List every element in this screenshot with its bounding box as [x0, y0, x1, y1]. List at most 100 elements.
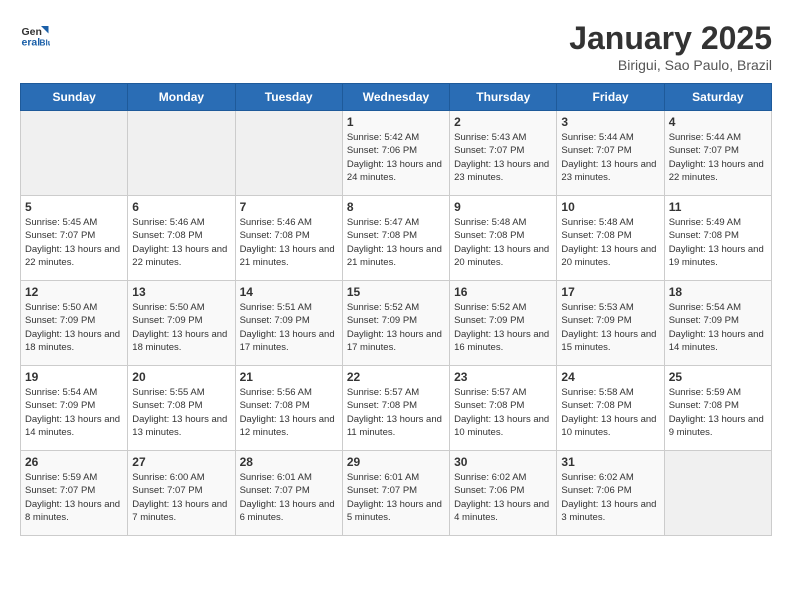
table-row: 27 Sunrise: 6:00 AM Sunset: 7:07 PM Dayl…	[128, 451, 235, 536]
day-info: Sunrise: 5:53 AM Sunset: 7:09 PM Dayligh…	[561, 301, 659, 354]
table-row: 20 Sunrise: 5:55 AM Sunset: 7:08 PM Dayl…	[128, 366, 235, 451]
table-row	[128, 111, 235, 196]
day-info: Sunrise: 5:49 AM Sunset: 7:08 PM Dayligh…	[669, 216, 767, 269]
day-number: 31	[561, 455, 659, 469]
day-info: Sunrise: 6:02 AM Sunset: 7:06 PM Dayligh…	[454, 471, 552, 524]
day-number: 2	[454, 115, 552, 129]
table-row: 14 Sunrise: 5:51 AM Sunset: 7:09 PM Dayl…	[235, 281, 342, 366]
day-info: Sunrise: 5:44 AM Sunset: 7:07 PM Dayligh…	[561, 131, 659, 184]
table-row: 2 Sunrise: 5:43 AM Sunset: 7:07 PM Dayli…	[450, 111, 557, 196]
calendar-week-row: 5 Sunrise: 5:45 AM Sunset: 7:07 PM Dayli…	[21, 196, 772, 281]
table-row: 28 Sunrise: 6:01 AM Sunset: 7:07 PM Dayl…	[235, 451, 342, 536]
day-info: Sunrise: 5:56 AM Sunset: 7:08 PM Dayligh…	[240, 386, 338, 439]
table-row: 3 Sunrise: 5:44 AM Sunset: 7:07 PM Dayli…	[557, 111, 664, 196]
day-info: Sunrise: 5:51 AM Sunset: 7:09 PM Dayligh…	[240, 301, 338, 354]
table-row: 13 Sunrise: 5:50 AM Sunset: 7:09 PM Dayl…	[128, 281, 235, 366]
day-number: 6	[132, 200, 230, 214]
header-thursday: Thursday	[450, 84, 557, 111]
calendar-week-row: 12 Sunrise: 5:50 AM Sunset: 7:09 PM Dayl…	[21, 281, 772, 366]
day-info: Sunrise: 5:57 AM Sunset: 7:08 PM Dayligh…	[347, 386, 445, 439]
header-tuesday: Tuesday	[235, 84, 342, 111]
day-number: 4	[669, 115, 767, 129]
table-row: 8 Sunrise: 5:47 AM Sunset: 7:08 PM Dayli…	[342, 196, 449, 281]
calendar-subtitle: Birigui, Sao Paulo, Brazil	[569, 57, 772, 73]
day-info: Sunrise: 5:48 AM Sunset: 7:08 PM Dayligh…	[454, 216, 552, 269]
table-row	[235, 111, 342, 196]
day-info: Sunrise: 5:55 AM Sunset: 7:08 PM Dayligh…	[132, 386, 230, 439]
day-number: 18	[669, 285, 767, 299]
day-number: 26	[25, 455, 123, 469]
logo-icon: Gen eral Blue	[20, 20, 50, 50]
day-info: Sunrise: 5:52 AM Sunset: 7:09 PM Dayligh…	[454, 301, 552, 354]
table-row: 31 Sunrise: 6:02 AM Sunset: 7:06 PM Dayl…	[557, 451, 664, 536]
svg-text:Blue: Blue	[40, 39, 51, 48]
day-number: 13	[132, 285, 230, 299]
calendar-title: January 2025	[569, 20, 772, 57]
day-number: 5	[25, 200, 123, 214]
day-number: 23	[454, 370, 552, 384]
day-info: Sunrise: 5:50 AM Sunset: 7:09 PM Dayligh…	[25, 301, 123, 354]
weekday-header-row: Sunday Monday Tuesday Wednesday Thursday…	[21, 84, 772, 111]
table-row: 1 Sunrise: 5:42 AM Sunset: 7:06 PM Dayli…	[342, 111, 449, 196]
day-number: 7	[240, 200, 338, 214]
table-row: 29 Sunrise: 6:01 AM Sunset: 7:07 PM Dayl…	[342, 451, 449, 536]
day-number: 30	[454, 455, 552, 469]
title-area: January 2025 Birigui, Sao Paulo, Brazil	[569, 20, 772, 73]
day-info: Sunrise: 6:02 AM Sunset: 7:06 PM Dayligh…	[561, 471, 659, 524]
day-number: 14	[240, 285, 338, 299]
day-number: 3	[561, 115, 659, 129]
day-number: 21	[240, 370, 338, 384]
day-info: Sunrise: 5:43 AM Sunset: 7:07 PM Dayligh…	[454, 131, 552, 184]
day-number: 24	[561, 370, 659, 384]
table-row: 10 Sunrise: 5:48 AM Sunset: 7:08 PM Dayl…	[557, 196, 664, 281]
day-number: 20	[132, 370, 230, 384]
day-number: 10	[561, 200, 659, 214]
day-info: Sunrise: 6:01 AM Sunset: 7:07 PM Dayligh…	[347, 471, 445, 524]
table-row: 17 Sunrise: 5:53 AM Sunset: 7:09 PM Dayl…	[557, 281, 664, 366]
table-row: 21 Sunrise: 5:56 AM Sunset: 7:08 PM Dayl…	[235, 366, 342, 451]
table-row: 6 Sunrise: 5:46 AM Sunset: 7:08 PM Dayli…	[128, 196, 235, 281]
day-number: 12	[25, 285, 123, 299]
day-info: Sunrise: 5:57 AM Sunset: 7:08 PM Dayligh…	[454, 386, 552, 439]
table-row	[664, 451, 771, 536]
header-saturday: Saturday	[664, 84, 771, 111]
table-row: 25 Sunrise: 5:59 AM Sunset: 7:08 PM Dayl…	[664, 366, 771, 451]
calendar-week-row: 19 Sunrise: 5:54 AM Sunset: 7:09 PM Dayl…	[21, 366, 772, 451]
day-number: 16	[454, 285, 552, 299]
calendar-table: Sunday Monday Tuesday Wednesday Thursday…	[20, 83, 772, 536]
table-row: 7 Sunrise: 5:46 AM Sunset: 7:08 PM Dayli…	[235, 196, 342, 281]
day-number: 15	[347, 285, 445, 299]
table-row: 11 Sunrise: 5:49 AM Sunset: 7:08 PM Dayl…	[664, 196, 771, 281]
day-info: Sunrise: 5:46 AM Sunset: 7:08 PM Dayligh…	[132, 216, 230, 269]
day-info: Sunrise: 6:01 AM Sunset: 7:07 PM Dayligh…	[240, 471, 338, 524]
table-row: 22 Sunrise: 5:57 AM Sunset: 7:08 PM Dayl…	[342, 366, 449, 451]
header-monday: Monday	[128, 84, 235, 111]
table-row: 4 Sunrise: 5:44 AM Sunset: 7:07 PM Dayli…	[664, 111, 771, 196]
day-number: 11	[669, 200, 767, 214]
day-info: Sunrise: 5:45 AM Sunset: 7:07 PM Dayligh…	[25, 216, 123, 269]
day-info: Sunrise: 5:59 AM Sunset: 7:07 PM Dayligh…	[25, 471, 123, 524]
logo: Gen eral Blue	[20, 20, 50, 50]
calendar-week-row: 26 Sunrise: 5:59 AM Sunset: 7:07 PM Dayl…	[21, 451, 772, 536]
header-friday: Friday	[557, 84, 664, 111]
day-info: Sunrise: 5:52 AM Sunset: 7:09 PM Dayligh…	[347, 301, 445, 354]
day-number: 27	[132, 455, 230, 469]
table-row: 5 Sunrise: 5:45 AM Sunset: 7:07 PM Dayli…	[21, 196, 128, 281]
table-row: 26 Sunrise: 5:59 AM Sunset: 7:07 PM Dayl…	[21, 451, 128, 536]
table-row	[21, 111, 128, 196]
day-info: Sunrise: 5:58 AM Sunset: 7:08 PM Dayligh…	[561, 386, 659, 439]
day-info: Sunrise: 5:46 AM Sunset: 7:08 PM Dayligh…	[240, 216, 338, 269]
day-number: 1	[347, 115, 445, 129]
table-row: 24 Sunrise: 5:58 AM Sunset: 7:08 PM Dayl…	[557, 366, 664, 451]
day-info: Sunrise: 5:42 AM Sunset: 7:06 PM Dayligh…	[347, 131, 445, 184]
day-number: 17	[561, 285, 659, 299]
day-info: Sunrise: 6:00 AM Sunset: 7:07 PM Dayligh…	[132, 471, 230, 524]
table-row: 12 Sunrise: 5:50 AM Sunset: 7:09 PM Dayl…	[21, 281, 128, 366]
table-row: 9 Sunrise: 5:48 AM Sunset: 7:08 PM Dayli…	[450, 196, 557, 281]
day-number: 22	[347, 370, 445, 384]
header: Gen eral Blue January 2025 Birigui, Sao …	[20, 20, 772, 73]
day-info: Sunrise: 5:54 AM Sunset: 7:09 PM Dayligh…	[669, 301, 767, 354]
day-number: 19	[25, 370, 123, 384]
table-row: 19 Sunrise: 5:54 AM Sunset: 7:09 PM Dayl…	[21, 366, 128, 451]
day-number: 25	[669, 370, 767, 384]
